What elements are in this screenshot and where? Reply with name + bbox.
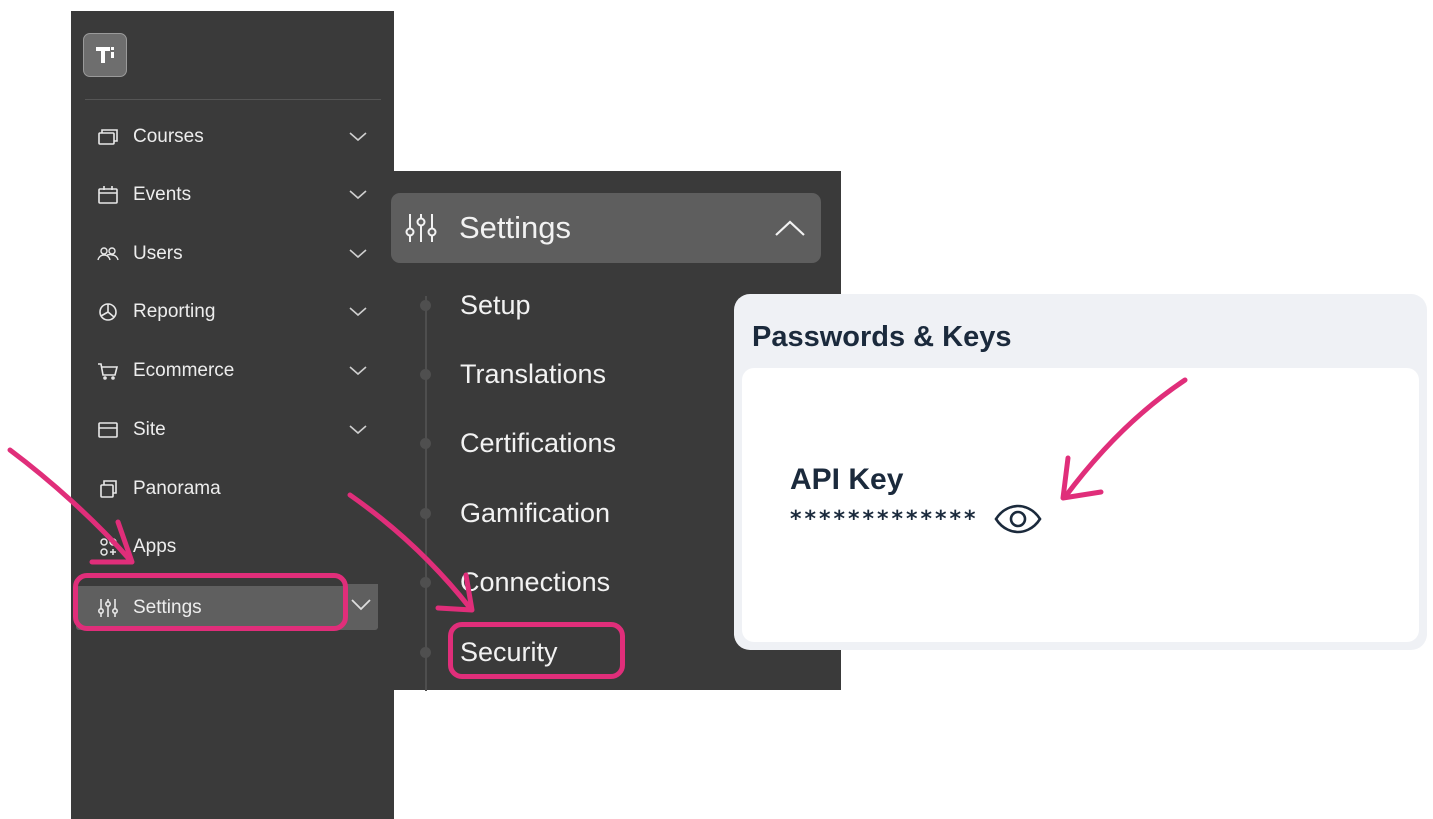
security-highlight	[448, 622, 625, 679]
sidebar-item-label: Panorama	[133, 478, 221, 499]
apps-icon	[95, 536, 121, 558]
settings-submenu-title: Settings	[459, 210, 572, 245]
sliders-icon	[405, 213, 437, 243]
sidebar-item-label: Reporting	[133, 301, 216, 322]
card-body: API Key *************	[742, 368, 1419, 642]
api-key-row: *************	[790, 504, 1043, 534]
courses-icon	[95, 126, 121, 148]
users-icon	[95, 243, 121, 265]
settings-submenu-header[interactable]: Settings	[391, 193, 821, 263]
sidebar-item-label: Ecommerce	[133, 360, 235, 381]
panorama-icon	[95, 478, 121, 500]
sidebar-item-panorama[interactable]: Panorama	[83, 469, 373, 509]
submenu-item-gamification[interactable]: Gamification	[460, 491, 610, 535]
submenu-tree-line	[425, 296, 427, 691]
chevron-down-icon[interactable]	[351, 598, 371, 616]
submenu-item-certifications[interactable]: Certifications	[460, 421, 616, 465]
sidebar-item-users[interactable]: Users	[83, 234, 373, 274]
chevron-up-icon[interactable]	[775, 220, 805, 236]
submenu-item-setup[interactable]: Setup	[460, 283, 531, 327]
chevron-down-icon[interactable]	[347, 246, 369, 262]
chevron-down-icon[interactable]	[347, 422, 369, 438]
passwords-keys-card: Passwords & Keys API Key *************	[734, 294, 1427, 650]
eye-icon[interactable]	[993, 504, 1043, 534]
brand-logo-icon[interactable]	[83, 33, 127, 77]
sidebar-item-ecommerce[interactable]: Ecommerce	[83, 351, 373, 391]
sidebar-item-label: Users	[133, 243, 183, 264]
sidebar-item-label: Site	[133, 419, 166, 440]
sidebar-item-label: Apps	[133, 536, 177, 557]
sidebar-item-label: Courses	[133, 126, 204, 147]
calendar-icon	[95, 184, 121, 206]
submenu-item-connections[interactable]: Connections	[460, 560, 610, 604]
tree-dot	[420, 369, 431, 380]
site-icon	[95, 419, 121, 441]
chevron-down-icon[interactable]	[347, 187, 369, 203]
chevron-down-icon[interactable]	[347, 363, 369, 379]
settings-highlight	[73, 573, 348, 631]
tree-dot	[420, 577, 431, 588]
tree-dot	[420, 300, 431, 311]
api-key-value: *************	[790, 506, 979, 532]
submenu-item-translations[interactable]: Translations	[460, 352, 606, 396]
pie-chart-icon	[95, 301, 121, 323]
chevron-down-icon[interactable]	[347, 129, 369, 145]
sidebar-divider	[85, 99, 381, 100]
sidebar-item-label: Events	[133, 184, 192, 205]
cart-icon	[95, 360, 121, 382]
settings-expand-toggle[interactable]	[345, 584, 378, 628]
sidebar: Courses Events Users Reporting Ecommerce	[71, 11, 394, 819]
tree-dot	[420, 508, 431, 519]
api-key-label: API Key	[790, 463, 904, 496]
sidebar-item-reporting[interactable]: Reporting	[83, 292, 373, 332]
tree-dot	[420, 647, 431, 658]
sidebar-item-site[interactable]: Site	[83, 410, 373, 450]
chevron-down-icon[interactable]	[347, 304, 369, 320]
sidebar-item-events[interactable]: Events	[83, 175, 373, 215]
tree-dot	[420, 438, 431, 449]
sidebar-item-apps[interactable]: Apps	[83, 527, 373, 567]
card-title: Passwords & Keys	[752, 321, 1012, 353]
sidebar-item-courses[interactable]: Courses	[83, 117, 373, 157]
